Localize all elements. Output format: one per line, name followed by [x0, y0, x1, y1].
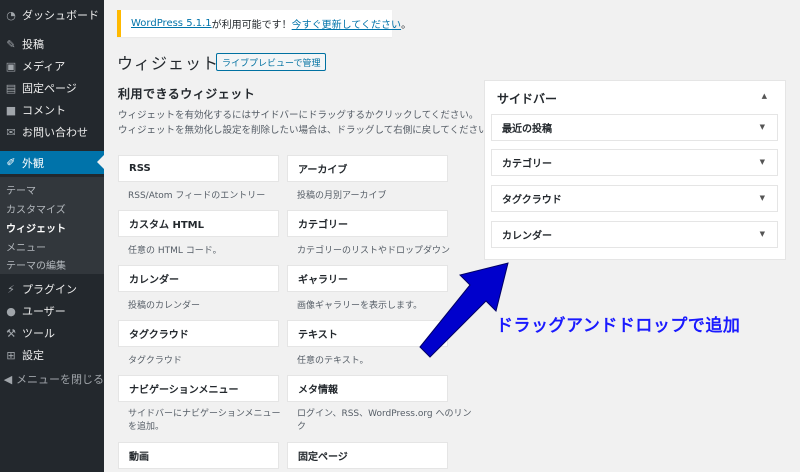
menu-item-label: コメント	[22, 104, 66, 117]
collapse-icon: ◀	[3, 372, 13, 386]
user-icon: ●	[6, 304, 16, 318]
menu-item-users[interactable]: ● ユーザー	[0, 300, 104, 322]
collapse-up-icon[interactable]: ▲	[762, 92, 767, 100]
widget-navigation-menu-description: サイドバーにナビゲーションメニュー を追加。	[128, 408, 281, 434]
submenu-item-widgets[interactable]: ウィジェット	[6, 220, 66, 235]
menu-item-label: メディア	[22, 60, 66, 73]
mail-icon: ✉	[6, 125, 16, 139]
widget-navigation-menu[interactable]: ナビゲーションメニュー	[118, 375, 279, 402]
gauge-icon: ◔	[6, 8, 16, 22]
widgets-description-line2: ウィジェットを無効化し設定を削除したい場合は、ドラッグして右側に戻してください。	[118, 125, 498, 136]
menu-item-label: ダッシュボード	[22, 9, 99, 22]
area-widget-label: カレンダー	[502, 231, 552, 242]
manage-live-preview-button[interactable]: ライブプレビューで管理	[216, 53, 327, 71]
collapse-menu-button[interactable]: ◀ メニューを閉じる	[0, 368, 104, 390]
widgets-description-line1: ウィジェットを有効化するにはサイドバーにドラッグするかクリックしてください。	[118, 110, 479, 121]
pages-icon: ▤	[5, 81, 17, 95]
area-widget-recent-posts[interactable]: 最近の投稿 ▼	[491, 114, 778, 141]
menu-item-label: 固定ページ	[22, 82, 77, 95]
drag-arrow-shape	[419, 262, 509, 358]
description-line: ログイン、RSS、WordPress.org へのリン	[297, 409, 472, 419]
area-widget-label: カテゴリー	[502, 159, 552, 170]
widget-pages[interactable]: 固定ページ	[287, 442, 448, 469]
menu-item-appearance[interactable]: ✐ 外観	[0, 151, 104, 174]
media-icon: ▣	[5, 59, 17, 73]
expand-down-icon[interactable]: ▼	[760, 194, 765, 202]
menu-item-label: プラグイン	[22, 283, 77, 296]
notice-version-link[interactable]: WordPress 5.1.1	[131, 18, 212, 29]
menu-item-media[interactable]: ▣ メディア	[0, 55, 104, 77]
brush-icon: ✐	[6, 156, 16, 169]
widget-calendar-description: 投稿のカレンダー	[128, 301, 201, 311]
menu-item-comments[interactable]: ■ コメント	[0, 99, 104, 121]
widget-tag-cloud[interactable]: タグクラウド	[118, 320, 279, 347]
submenu-item-customize[interactable]: カスタマイズ	[6, 201, 66, 216]
wrench-icon: ⚒	[6, 326, 16, 340]
page-title: ウィジェット	[117, 54, 220, 73]
notice-update-link[interactable]: 今すぐ更新してください	[292, 16, 401, 31]
description-line: サイドバーにナビゲーションメニュー	[128, 409, 281, 419]
menu-item-label: 設定	[22, 349, 44, 362]
notice-text: が利用可能です！	[211, 20, 292, 31]
menu-item-label: お問い合わせ	[22, 126, 88, 139]
appearance-submenu: テーマ カスタマイズ ウィジェット メニュー テーマの編集	[0, 177, 104, 274]
widget-calendar[interactable]: カレンダー	[118, 265, 279, 292]
menu-item-plugins[interactable]: ⚡ プラグイン	[0, 278, 104, 300]
submenu-item-themes[interactable]: テーマ	[6, 182, 36, 197]
menu-item-label: ユーザー	[22, 305, 66, 318]
description-line: ク	[297, 422, 307, 432]
submenu-item-theme-editor[interactable]: テーマの編集	[6, 257, 66, 272]
area-widget-tag-cloud[interactable]: タグクラウド ▼	[491, 185, 778, 212]
area-widget-calendar[interactable]: カレンダー ▼	[491, 221, 778, 248]
widget-meta-description: ログイン、RSS、WordPress.org へのリン ク	[297, 408, 471, 434]
expand-down-icon[interactable]: ▼	[760, 158, 765, 166]
pin-icon: ✎	[6, 37, 16, 51]
notice-text-end: 。	[401, 20, 412, 31]
widget-archives[interactable]: アーカイブ	[287, 155, 448, 182]
menu-item-settings[interactable]: ⊞ 設定	[0, 344, 104, 366]
sidebar-area-title: サイドバー	[497, 92, 558, 106]
area-widget-label: タグクラウド	[502, 195, 562, 206]
widget-gallery-description: 画像ギャラリーを表示します。	[297, 301, 423, 311]
admin-sidebar: ◔ ダッシュボード ✎ 投稿 ▣ メディア ▤ 固定ページ ■ コメント ✉ お…	[0, 0, 104, 472]
submenu-item-menus[interactable]: メニュー	[6, 239, 46, 254]
widget-categories[interactable]: カテゴリー	[287, 210, 448, 237]
area-widget-label: 最近の投稿	[502, 124, 552, 135]
widget-rss-description: RSS/Atom フィードのエントリー	[128, 191, 266, 201]
menu-item-tools[interactable]: ⚒ ツール	[0, 322, 104, 344]
menu-item-dashboard[interactable]: ◔ ダッシュボード	[0, 4, 104, 26]
menu-item-label: メニューを閉じる	[16, 373, 104, 386]
menu-item-label: ツール	[22, 327, 55, 340]
menu-item-pages[interactable]: ▤ 固定ページ	[0, 77, 104, 99]
widget-archives-description: 投稿の月別アーカイブ	[297, 191, 387, 201]
widget-tag-cloud-description: タグクラウド	[128, 356, 182, 366]
widget-custom-html-description: 任意の HTML コード。	[128, 246, 222, 256]
expand-down-icon[interactable]: ▼	[760, 230, 765, 238]
sidebar-widget-area[interactable]: サイドバー ▲ 最近の投稿 ▼ カテゴリー ▼ タグクラウド ▼ カレンダー ▼	[484, 80, 786, 260]
area-widget-categories[interactable]: カテゴリー ▼	[491, 149, 778, 176]
comment-icon: ■	[5, 103, 17, 117]
available-widgets-heading: 利用できるウィジェット	[118, 87, 256, 101]
settings-icon: ⊞	[6, 348, 16, 362]
widget-video[interactable]: 動画	[118, 442, 279, 469]
drag-arrow-icon	[419, 262, 509, 358]
update-notice: WordPress 5.1.1 が利用可能です！ 今すぐ更新してください 。	[117, 10, 411, 37]
menu-item-label: 外観	[22, 156, 44, 170]
plug-icon: ⚡	[7, 282, 15, 296]
drag-drop-annotation: ドラッグアンドドロップで追加	[496, 316, 741, 336]
description-line: を追加。	[128, 422, 165, 432]
menu-item-posts[interactable]: ✎ 投稿	[0, 33, 104, 55]
expand-down-icon[interactable]: ▼	[760, 123, 765, 131]
menu-item-contact[interactable]: ✉ お問い合わせ	[0, 121, 104, 143]
widget-custom-html[interactable]: カスタム HTML	[118, 210, 279, 237]
widget-text-description: 任意のテキスト。	[297, 356, 369, 366]
menu-item-label: 投稿	[22, 38, 44, 51]
widget-meta[interactable]: メタ情報	[287, 375, 448, 402]
widget-rss[interactable]: RSS	[118, 155, 279, 182]
